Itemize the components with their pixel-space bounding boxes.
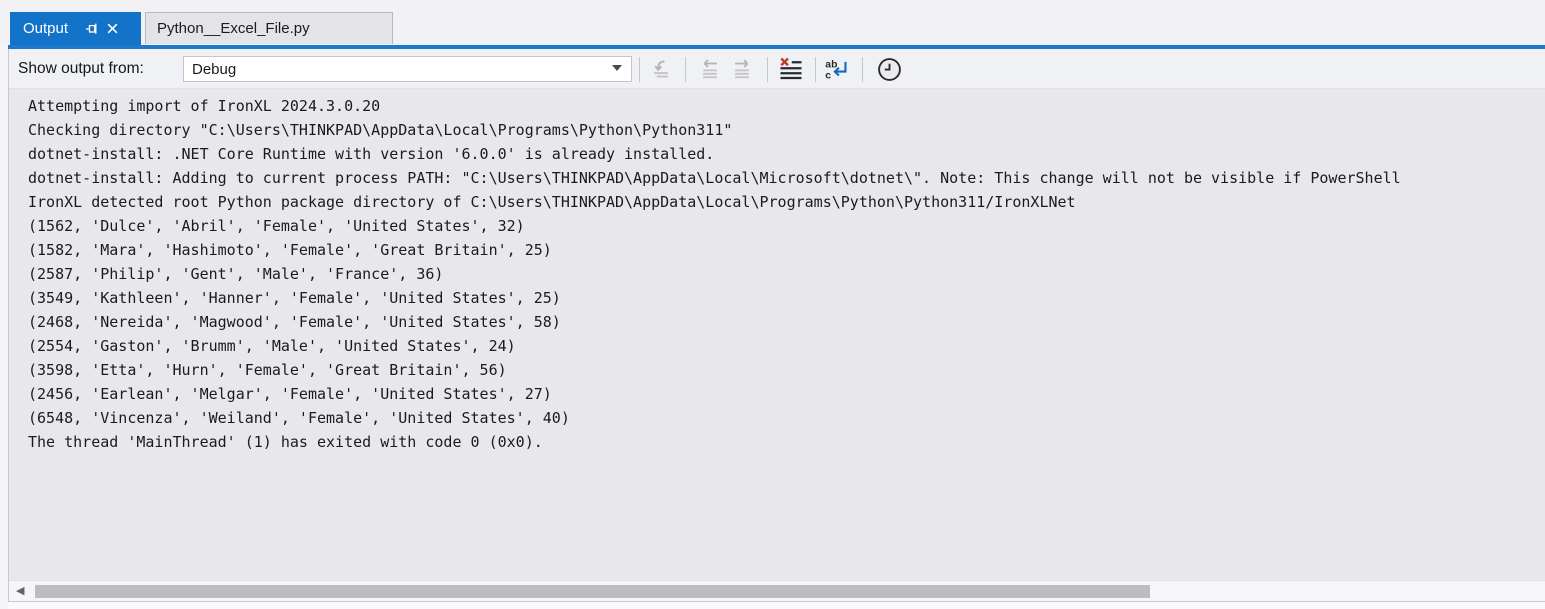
toolbar-separator	[862, 57, 863, 82]
console-line: (3549, 'Kathleen', 'Hanner', 'Female', '…	[28, 286, 1545, 310]
console-line: dotnet-install: Adding to current proces…	[28, 166, 1545, 190]
console-line: IronXL detected root Python package dire…	[28, 190, 1545, 214]
go-to-previous-message-button[interactable]	[696, 55, 724, 83]
toolbar-separator	[685, 57, 686, 82]
tab-editor-label: Python__Excel_File.py	[157, 20, 310, 37]
console-line: Attempting import of IronXL 2024.3.0.20	[28, 94, 1545, 118]
toolbar-separator	[815, 57, 816, 82]
toggle-word-wrap-button[interactable]: ab c	[823, 55, 851, 83]
toolbar-separator	[767, 57, 768, 82]
tab-output[interactable]: Output	[10, 12, 141, 45]
console-lines: Attempting import of IronXL 2024.3.0.20C…	[9, 89, 1545, 454]
close-icon[interactable]	[102, 19, 122, 39]
console-line: Checking directory "C:\Users\THINKPAD\Ap…	[28, 118, 1545, 142]
window-bottom-strip	[8, 602, 1545, 609]
tab-editor-file[interactable]: Python__Excel_File.py	[145, 12, 393, 44]
console-line: dotnet-install: .NET Core Runtime with v…	[28, 142, 1545, 166]
console-line: (2468, 'Nereida', 'Magwood', 'Female', '…	[28, 310, 1545, 334]
console-line: (2587, 'Philip', 'Gent', 'Male', 'France…	[28, 262, 1545, 286]
go-to-next-message-button[interactable]	[728, 55, 756, 83]
output-toolbar: Show output from: Debug	[9, 49, 1545, 89]
console-line: (3598, 'Etta', 'Hurn', 'Female', 'Great …	[28, 358, 1545, 382]
console-line: (2456, 'Earlean', 'Melgar', 'Female', 'U…	[28, 382, 1545, 406]
clear-all-button[interactable]	[777, 55, 805, 83]
console-line: (2554, 'Gaston', 'Brumm', 'Male', 'Unite…	[28, 334, 1545, 358]
find-message-in-code-button[interactable]	[647, 55, 675, 83]
horizontal-scrollbar[interactable]: ◀	[9, 580, 1545, 601]
tab-output-label: Output	[23, 20, 68, 37]
svg-text:c: c	[825, 71, 831, 81]
console-line: The thread 'MainThread' (1) has exited w…	[28, 430, 1545, 454]
scroll-left-arrow-icon[interactable]: ◀	[16, 584, 24, 598]
output-source-dropdown[interactable]: Debug	[183, 56, 632, 82]
timestamp-clock-icon[interactable]	[875, 55, 903, 83]
pin-icon[interactable]	[82, 19, 102, 39]
chevron-down-icon	[612, 65, 622, 71]
output-console[interactable]: Attempting import of IronXL 2024.3.0.20C…	[9, 89, 1545, 580]
svg-text:ab: ab	[825, 60, 837, 71]
show-output-from-label: Show output from:	[18, 49, 144, 89]
console-line: (1562, 'Dulce', 'Abril', 'Female', 'Unit…	[28, 214, 1545, 238]
horizontal-scrollbar-thumb[interactable]	[35, 585, 1150, 598]
toolbar-separator	[639, 57, 640, 82]
console-line: (1582, 'Mara', 'Hashimoto', 'Female', 'G…	[28, 238, 1545, 262]
output-source-dropdown-value: Debug	[192, 61, 236, 78]
tab-strip: Output Python__Excel_File.py	[0, 0, 1545, 45]
console-line: (6548, 'Vincenza', 'Weiland', 'Female', …	[28, 406, 1545, 430]
